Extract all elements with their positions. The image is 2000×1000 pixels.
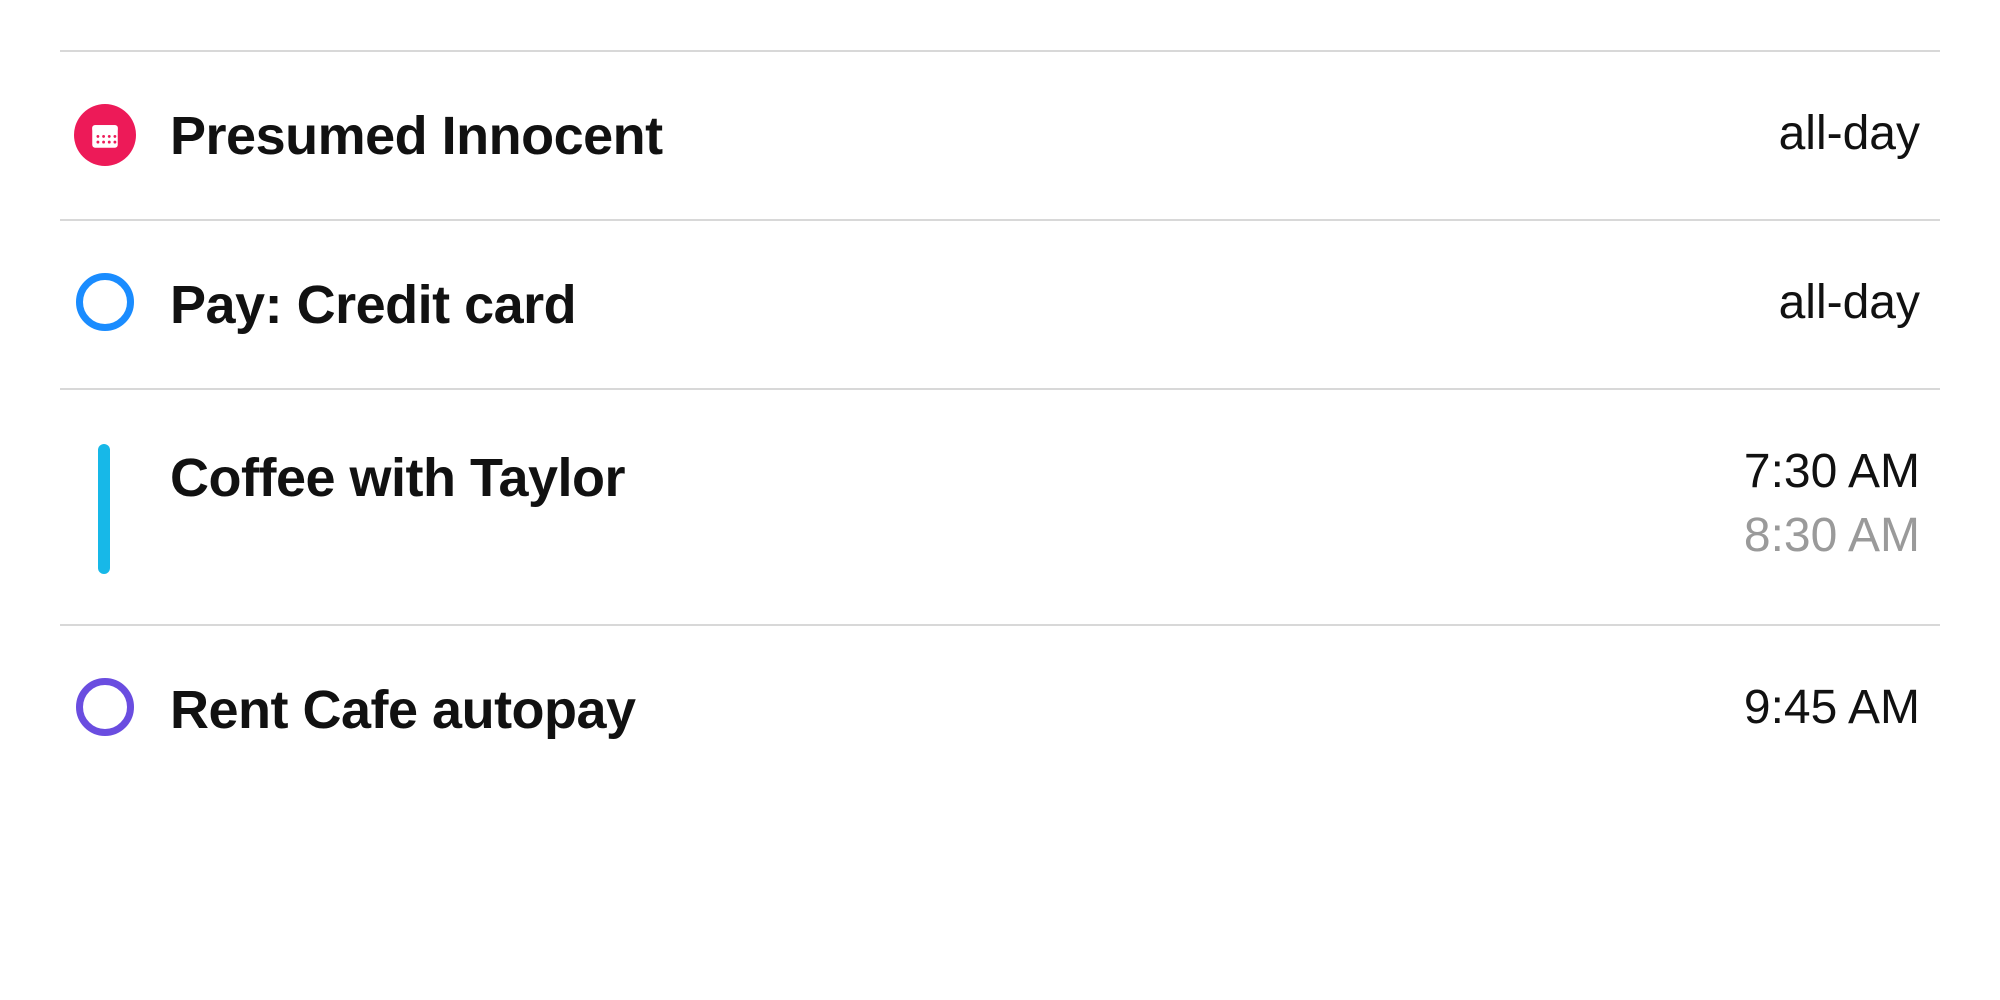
- event-row[interactable]: Pay: Credit card all-day: [60, 219, 1940, 388]
- event-title: Rent Cafe autopay: [170, 676, 1714, 743]
- event-list: Presumed Innocent all-day Pay: Credit ca…: [60, 50, 1940, 792]
- event-time: all-day: [1779, 102, 1920, 167]
- calendar-icon: [74, 104, 136, 166]
- event-time-primary: 7:30 AM: [1744, 445, 1920, 498]
- event-title: Pay: Credit card: [170, 271, 1749, 338]
- event-row[interactable]: Presumed Innocent all-day: [60, 50, 1940, 219]
- event-row[interactable]: Coffee with Taylor 7:30 AM 8:30 AM: [60, 388, 1940, 624]
- event-row[interactable]: Rent Cafe autopay 9:45 AM: [60, 624, 1940, 793]
- event-time-primary: 9:45 AM: [1744, 681, 1920, 734]
- calendar-color-bar-icon: [98, 444, 110, 574]
- event-title: Presumed Innocent: [170, 102, 1749, 169]
- event-time: 9:45 AM: [1744, 676, 1920, 741]
- event-time-primary: all-day: [1779, 276, 1920, 329]
- event-icon-slot: [70, 440, 140, 574]
- event-icon-slot: [70, 271, 140, 331]
- event-icon-slot: [70, 102, 140, 166]
- reminder-ring-icon: [76, 678, 134, 736]
- event-time-secondary: 8:30 AM: [1744, 504, 1920, 569]
- event-time: all-day: [1779, 271, 1920, 336]
- event-title: Coffee with Taylor: [170, 440, 1714, 511]
- reminder-ring-icon: [76, 273, 134, 331]
- event-icon-slot: [70, 676, 140, 736]
- event-time-primary: all-day: [1779, 107, 1920, 160]
- event-time: 7:30 AM 8:30 AM: [1744, 440, 1920, 570]
